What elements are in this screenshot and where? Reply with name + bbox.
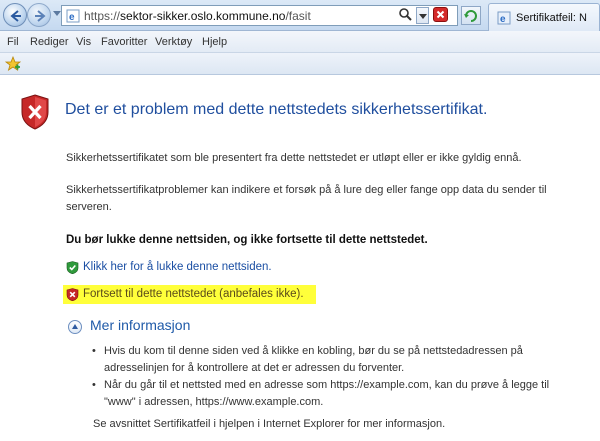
browser-toolbar: e https://sektor-sikker.oslo.kommune.no/… — [0, 0, 600, 31]
url-scheme: https:// — [84, 9, 121, 23]
continue-to-site-link[interactable]: Fortsett til dette nettstedet (anbefales… — [83, 288, 304, 300]
menu-edit[interactable]: Rediger — [30, 36, 69, 48]
favorites-bar — [0, 53, 600, 75]
bullet-text: Hvis du kom til denne siden ved å klikke… — [104, 345, 523, 374]
refresh-button[interactable] — [461, 6, 481, 25]
error-shield-icon — [21, 94, 49, 130]
error-page: Det er et problem med dette nettstedets … — [0, 76, 600, 441]
close-page-link[interactable]: Klikk her for å lukke denne nettsiden. — [83, 261, 272, 273]
menu-favorites[interactable]: Favoritter — [101, 36, 147, 48]
menu-view[interactable]: Vis — [76, 36, 91, 48]
recommendation-text: Du bør lukke denne nettsiden, og ikke fo… — [66, 234, 428, 246]
red-shield-x-icon — [66, 288, 79, 301]
refresh-icon — [464, 10, 477, 22]
certificate-expired-text: Sikkerhetssertifikatet som ble presenter… — [66, 152, 522, 164]
list-item: • Når du går til et nettsted med en adre… — [92, 377, 562, 411]
svg-text:e: e — [500, 14, 506, 25]
menu-file[interactable]: Fil — [7, 36, 19, 48]
page-title: Det er et problem med dette nettstedets … — [65, 101, 488, 118]
address-url[interactable]: https://sektor-sikker.oslo.kommune.no/fa… — [84, 9, 311, 23]
search-icon[interactable] — [398, 7, 412, 21]
list-item: • Hvis du kom til denne siden ved å klik… — [92, 343, 562, 377]
back-arrow-icon — [10, 10, 21, 22]
ie-page-icon: e — [66, 9, 80, 23]
tab-certificate-error[interactable]: e Sertifikatfeil: N — [488, 3, 600, 31]
history-dropdown-icon[interactable] — [53, 11, 61, 16]
address-dropdown-button[interactable] — [416, 7, 429, 24]
certificate-error-icon[interactable] — [433, 7, 448, 22]
green-shield-check-icon — [66, 261, 79, 274]
menu-tools[interactable]: Verktøy — [155, 36, 192, 48]
menu-bar: Fil Rediger Vis Favoritter Verktøy Hjelp — [0, 31, 600, 53]
url-host: sektor-sikker.oslo.kommune.no — [120, 9, 286, 23]
favorites-star-icon[interactable] — [5, 56, 21, 72]
menu-help[interactable]: Hjelp — [202, 36, 227, 48]
certificate-warning-text: Sikkerhetssertifikatproblemer kan indike… — [66, 184, 547, 213]
bullet-text: Når du går til et nettsted med en adress… — [104, 379, 550, 408]
back-button[interactable] — [3, 3, 27, 27]
chevron-up-circle-icon[interactable] — [68, 320, 82, 334]
ie-tab-icon: e — [497, 11, 511, 25]
help-reference-text: Se avsnittet Sertifikatfeil i hjelpen i … — [93, 418, 446, 430]
tab-label: Sertifikatfeil: N — [516, 12, 587, 24]
more-info-toggle[interactable]: Mer informasjon — [90, 317, 190, 333]
forward-button[interactable] — [27, 3, 51, 27]
forward-arrow-icon — [35, 10, 46, 22]
url-path: /fasit — [285, 9, 311, 23]
svg-text:e: e — [69, 12, 75, 23]
